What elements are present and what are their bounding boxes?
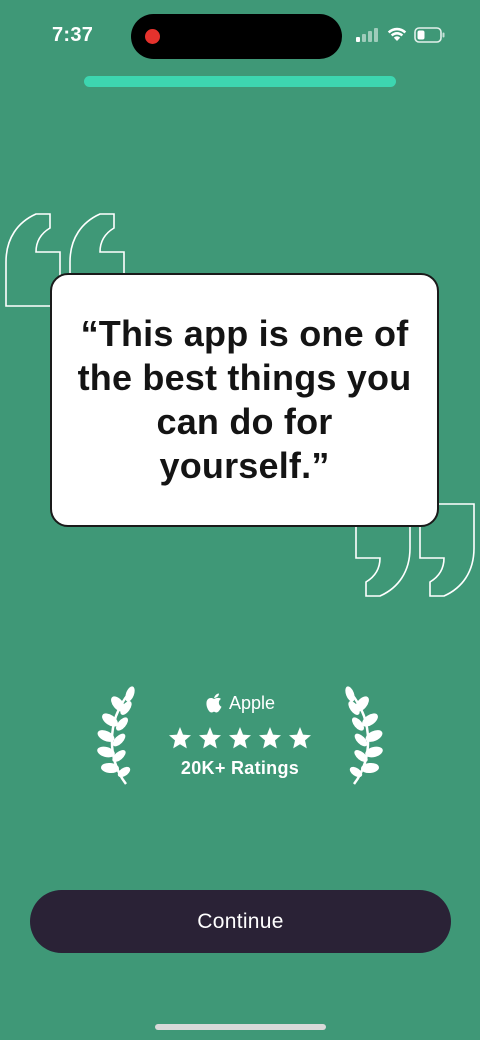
status-icons: [356, 24, 448, 46]
battery-icon: [414, 27, 445, 43]
star-rating: [150, 726, 330, 752]
star-icon: [169, 727, 191, 749]
status-bar: 7:37: [0, 0, 480, 70]
apple-logo-icon: [206, 693, 222, 713]
recording-indicator-icon: [145, 29, 160, 44]
star-icon: [289, 727, 311, 749]
wifi-icon: [387, 27, 407, 41]
rating-summary: Apple 20K+ Ratings: [150, 690, 330, 779]
continue-button[interactable]: Continue: [30, 890, 451, 953]
star-icon: [199, 727, 221, 749]
status-time: 7:37: [52, 24, 94, 46]
star-icon: [229, 727, 251, 749]
quote-text: “This app is one of the best things you …: [77, 313, 412, 486]
home-indicator[interactable]: [155, 1024, 326, 1030]
cellular-signal-icon: [356, 28, 378, 42]
rating-source-label: Apple: [228, 692, 276, 713]
laurel-right-icon: [345, 686, 383, 785]
progress-bar: [84, 76, 396, 87]
star-icon: [259, 727, 281, 749]
dynamic-island: [131, 14, 342, 59]
laurel-left-icon: [97, 686, 135, 785]
rating-block: Apple 20K+ Ratings: [90, 686, 390, 786]
apple-source: Apple: [150, 690, 330, 716]
quote-card: “This app is one of the best things you …: [50, 273, 439, 527]
ratings-count-label: 20K+ Ratings: [180, 758, 300, 778]
